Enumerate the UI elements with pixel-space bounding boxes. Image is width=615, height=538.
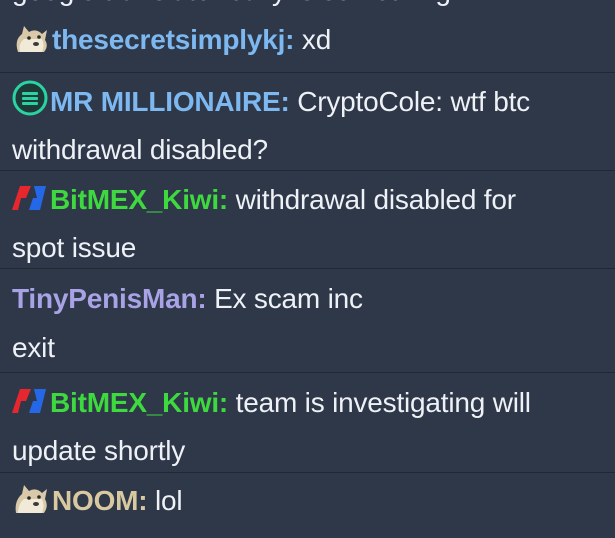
bitmex-logo-icon (12, 182, 48, 226)
bitmex-logo-icon (12, 385, 48, 429)
message-text-continued: withdrawal disabled? (12, 134, 268, 165)
millionaire-badge-icon (12, 80, 48, 128)
chat-message: BitMEX_Kiwi: team is investigating will … (0, 372, 615, 472)
username[interactable]: thesecretsimplykj: (52, 24, 294, 55)
partial-message-text: google translate really is something (12, 0, 451, 12)
chat-message: BitMEX_Kiwi: withdrawal disabled for spo… (0, 170, 615, 268)
doge-avatar-icon (12, 481, 50, 527)
message-text: xd (301, 24, 332, 55)
message-text: lol (155, 485, 183, 516)
message-text: Ex scam inc (214, 283, 363, 314)
message-text: team is investigating will (235, 387, 531, 418)
username[interactable]: BitMEX_Kiwi: (50, 387, 228, 418)
username[interactable]: TinyPenisMan: (12, 283, 207, 314)
username[interactable]: NOOM: (52, 485, 148, 516)
username[interactable]: MR MILLIONAIRE: (50, 86, 290, 117)
chat-message: TinyPenisMan: Ex scam inc exit (0, 268, 615, 372)
chat-message: thesecretsimplykj: xd (0, 12, 615, 72)
chat-message: NOOM: lol (0, 472, 615, 538)
message-text: CryptoCole: wtf btc (297, 86, 530, 117)
message-text-continued: update shortly (12, 435, 186, 466)
message-text-continued: exit (12, 332, 55, 363)
username[interactable]: BitMEX_Kiwi: (50, 184, 228, 215)
message-text: withdrawal disabled for (235, 184, 516, 215)
message-text-continued: spot issue (12, 232, 137, 263)
doge-avatar-icon (12, 22, 50, 66)
chat-message: MR MILLIONAIRE: CryptoCole: wtf btc with… (0, 72, 615, 170)
chat-feed: google translate really is something the… (0, 0, 615, 538)
